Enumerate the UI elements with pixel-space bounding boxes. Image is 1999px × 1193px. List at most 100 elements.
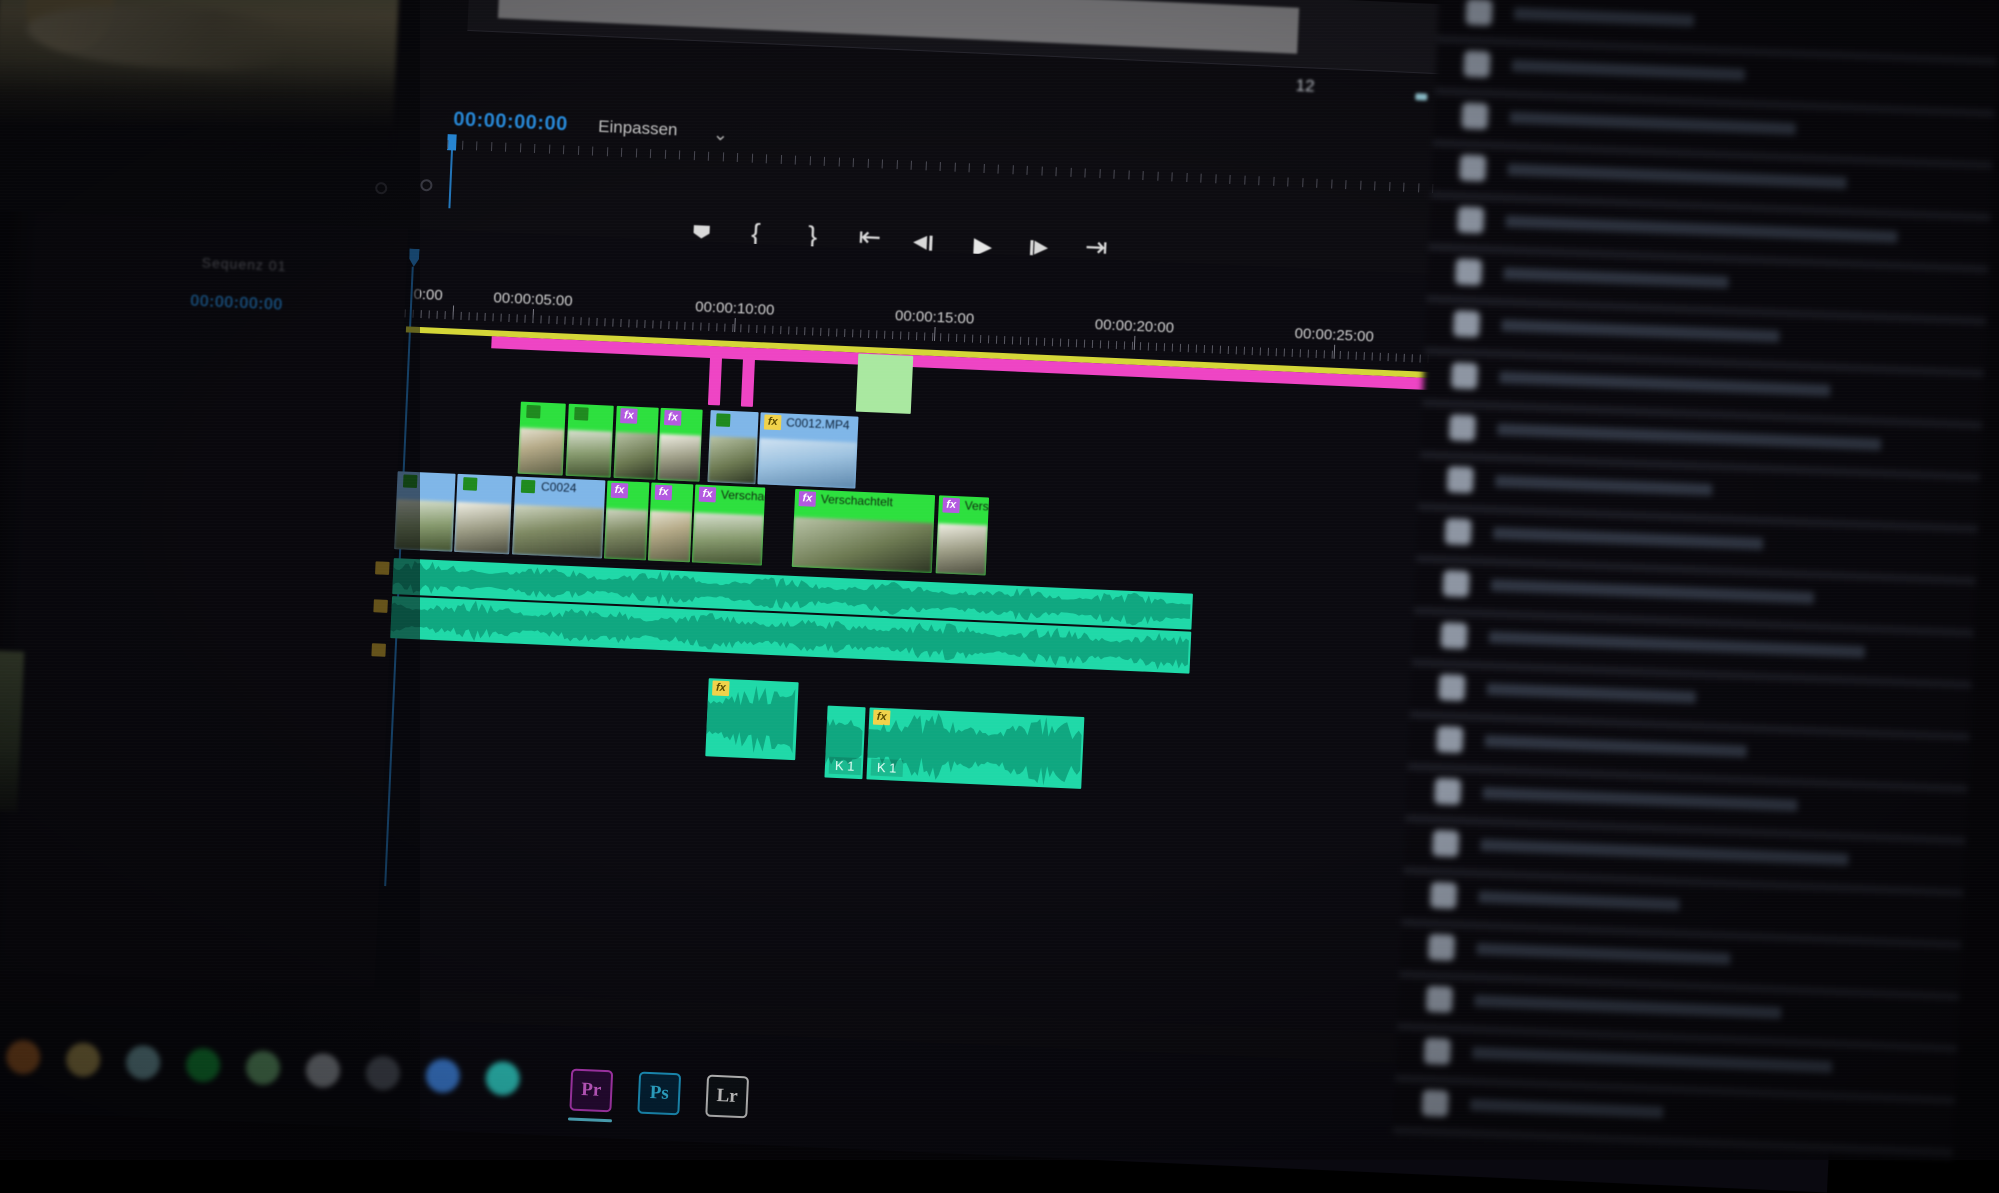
program-ruler-tick <box>1403 182 1405 192</box>
marker-icon <box>693 225 710 239</box>
timeline-clip[interactable]: fx Verschachtelt <box>791 488 936 574</box>
program-ruler-tick <box>461 140 463 150</box>
timeline-clip[interactable]: C0024 <box>512 476 606 559</box>
program-ruler-tick <box>1142 171 1144 181</box>
timeline-clip[interactable] <box>707 410 759 485</box>
timeline-ruler-tick <box>1107 340 1110 349</box>
timeline-ruler-tick <box>1227 346 1230 355</box>
program-ruler-tick <box>562 145 565 155</box>
timeline-ruler-tick <box>1411 354 1413 363</box>
timeline-ruler-tick <box>540 315 542 324</box>
fx-badge-icon[interactable]: fx <box>663 410 682 426</box>
timeline-clip[interactable]: fx Verschachtelt <box>691 484 766 566</box>
timeline-ruler-tick <box>1235 346 1238 355</box>
timeline-clip[interactable] <box>707 346 723 406</box>
taskbar-active-indicator <box>567 1117 613 1123</box>
timeline-ruler-tick <box>915 332 918 341</box>
program-ruler-tick <box>1156 171 1159 181</box>
timeline-ruler-tick <box>1043 337 1046 346</box>
app-icon-teal[interactable] <box>484 1060 521 1097</box>
second-monitor-thumbnail <box>1442 570 1470 598</box>
fx-badge-icon[interactable]: fx <box>942 497 961 514</box>
clip-thumbnail <box>603 508 649 561</box>
timeline-ruler-label: 00:00:15:00 <box>894 307 975 328</box>
timeline-ruler-tick <box>1011 336 1014 345</box>
timeline-ruler-tick <box>1275 348 1277 357</box>
fx-badge-icon[interactable]: fx <box>654 484 673 501</box>
timeline-clip[interactable] <box>517 401 566 476</box>
clip-thumbnail <box>647 510 693 563</box>
second-monitor-thumbnail <box>1425 985 1453 1013</box>
timeline-clip[interactable] <box>565 403 614 478</box>
program-ruler-tick <box>1272 176 1275 186</box>
program-monitor-frame <box>467 0 1450 75</box>
timeline-panel[interactable]: 0:00 00:00:05:00 00:00:10:00 00:00:15:00 00:… <box>371 228 1569 1035</box>
fx-badge-icon[interactable]: fx <box>798 491 817 507</box>
timeline-ruler-tick <box>532 315 534 324</box>
taskbar-app-premiere-pro[interactable]: Pr <box>569 1068 614 1113</box>
timeline-clip[interactable]: K 1 <box>824 705 866 780</box>
second-monitor-row <box>1484 734 1747 758</box>
clip-label: Versc <box>964 498 990 514</box>
timeline-ruler-tick <box>764 325 766 334</box>
timeline-clip[interactable] <box>855 353 914 414</box>
second-monitor-row <box>1513 7 1695 27</box>
audio-waveform <box>705 678 798 760</box>
timeline-ruler-tick <box>692 322 694 331</box>
timeline-ruler-tick <box>923 332 926 341</box>
fx-badge-icon[interactable]: fx <box>610 482 629 499</box>
panel-handle-left-2[interactable] <box>420 178 433 192</box>
clip-thumbnail <box>657 433 702 482</box>
timeline-clip[interactable]: fx K 1 <box>866 707 1085 789</box>
clip-label: Verschachtelt <box>720 487 766 505</box>
timeline-ruler-tick <box>1163 343 1166 352</box>
timeline-clip[interactable]: fx C0012.MP4 <box>757 412 859 489</box>
timeline-clip[interactable]: fx <box>647 482 694 563</box>
timeline-ruler-tick <box>1003 336 1006 345</box>
program-ruler-tick <box>1127 170 1130 180</box>
program-ruler-tick <box>1229 174 1231 184</box>
program-ruler-tick <box>765 154 768 164</box>
timeline-clip[interactable]: fx <box>705 678 799 761</box>
timeline-ruler-tick <box>572 316 574 325</box>
program-ruler-tick <box>1214 174 1217 184</box>
room-shadow-left <box>0 0 420 1160</box>
second-monitor-row <box>1492 527 1764 550</box>
timeline-ruler-tick <box>900 331 902 340</box>
timeline-clip[interactable] <box>454 473 513 555</box>
clip-thumbnail <box>517 427 565 476</box>
second-monitor-thumbnail <box>1444 518 1472 546</box>
second-monitor-row <box>1470 1098 1664 1119</box>
fx-badge-icon[interactable]: fx <box>620 408 638 424</box>
timeline-clip[interactable]: fx Versc <box>935 495 990 576</box>
taskbar-app-lightroom[interactable]: Lr <box>705 1074 750 1119</box>
timeline-clip[interactable]: fx <box>603 480 650 561</box>
timeline-clip[interactable]: fx <box>657 407 703 482</box>
program-ruler-tick <box>736 152 739 163</box>
second-monitor-thumbnail <box>1446 466 1474 494</box>
timeline-ruler-tick <box>668 321 670 330</box>
second-monitor-thumbnail <box>1461 102 1489 130</box>
timeline-ruler-tick <box>844 328 846 337</box>
timeline-ruler-tick <box>724 323 726 332</box>
timeline-ruler-tick <box>971 334 974 343</box>
program-ruler-tick <box>620 147 623 157</box>
timeline-ruler-tick <box>1307 349 1309 358</box>
timeline-ruler-tick <box>1259 347 1262 356</box>
timeline-ruler-tick <box>444 311 446 320</box>
second-monitor-thumbnail <box>1453 310 1481 338</box>
timeline-clip[interactable] <box>740 348 756 407</box>
timeline-clip[interactable]: fx <box>613 405 659 480</box>
second-monitor-thumbnail <box>1465 0 1493 26</box>
app-icon-blue[interactable] <box>425 1058 461 1094</box>
timeline-ruler-tick <box>1171 343 1174 352</box>
timeline-ruler-tick <box>748 324 750 333</box>
clip-label: C0024 <box>540 479 577 496</box>
timeline-ruler-tick <box>524 314 526 323</box>
second-monitor-thumbnail <box>1450 362 1478 390</box>
second-monitor-row <box>1482 786 1798 812</box>
taskbar-app-photoshop[interactable]: Ps <box>637 1071 682 1116</box>
fx-badge-icon[interactable]: fx <box>763 414 782 431</box>
program-ruler-tick <box>1069 167 1072 177</box>
fx-badge-icon[interactable]: fx <box>698 486 717 503</box>
